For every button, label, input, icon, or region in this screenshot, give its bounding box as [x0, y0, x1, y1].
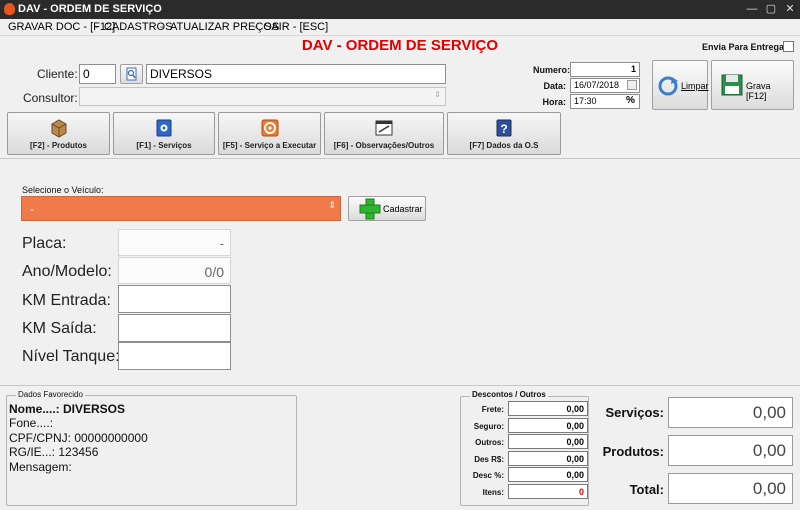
limpar-button[interactable]: Limpar: [652, 60, 709, 110]
seguro-input[interactable]: 0,00: [508, 418, 588, 433]
itens-label: Itens:: [482, 488, 504, 497]
numero-input[interactable]: 1: [570, 62, 640, 77]
outros-label: Outros:: [475, 438, 504, 447]
km-entrada-input[interactable]: [118, 285, 231, 313]
frete-label: Frete:: [481, 405, 504, 414]
spin-icon: ⇕: [434, 90, 441, 99]
tab-produtos[interactable]: [F2] - Produtos: [7, 112, 110, 155]
cliente-label: Cliente:: [37, 67, 78, 81]
frete-input[interactable]: 0,00: [508, 401, 588, 416]
envia-entrega-label: Envia Para Entrega: [702, 42, 785, 52]
favorecido-cpf: CPF/CPNJ: 00000000000: [9, 431, 148, 445]
menu-sair[interactable]: SAIR - [ESC]: [264, 21, 328, 33]
grand-total: 0,00: [668, 473, 793, 504]
gear-book-icon: [156, 119, 172, 137]
cliente-name-input[interactable]: DIVERSOS: [146, 64, 446, 84]
grava-button[interactable]: Grava [F12]: [711, 60, 794, 110]
hora-label: Hora:: [542, 97, 566, 107]
servicos-total-label: Serviços:: [605, 405, 664, 420]
nivel-tanque-label: Nível Tanque:: [22, 348, 120, 365]
nivel-tanque-input[interactable]: [118, 342, 231, 370]
divider: [0, 385, 800, 386]
desconto-percent-input[interactable]: 0,00: [508, 467, 588, 482]
placa-field: -: [118, 229, 231, 256]
favorecido-mensagem: Mensagem:: [9, 460, 72, 474]
envia-entrega-checkbox[interactable]: [783, 41, 794, 52]
app-icon: [4, 3, 15, 15]
tab-servico-executar[interactable]: [F5] - Serviço a Executar: [218, 112, 321, 155]
box-icon: [51, 119, 66, 138]
vehicle-label: Selecione o Veículo:: [22, 185, 104, 195]
km-saida-input[interactable]: [118, 314, 231, 342]
clock-toggle-icon[interactable]: %: [626, 96, 637, 107]
km-saida-label: KM Saída:: [22, 320, 97, 337]
search-doc-icon: [126, 67, 137, 81]
data-input[interactable]: 16/07/2018: [570, 78, 640, 93]
divider: [0, 158, 800, 159]
consultor-select[interactable]: ⇕: [79, 87, 446, 106]
menu-atualizar-precos[interactable]: ATUALIZAR PREÇOS: [170, 21, 279, 33]
cadastrar-button[interactable]: Cadastrar: [348, 196, 426, 221]
window-title: DAV - ORDEM DE SERVIÇO: [18, 3, 162, 15]
itens-count: 0: [508, 484, 588, 499]
cliente-code-input[interactable]: 0: [79, 64, 116, 84]
tab-observacoes[interactable]: [F6] - Observações/Outros: [324, 112, 444, 155]
gear-orange-icon: [261, 119, 278, 137]
close-button[interactable]: ✕: [783, 2, 797, 16]
numero-label: Numero:: [533, 65, 571, 75]
favorecido-nome: Nome....: DIVERSOS: [9, 402, 126, 416]
seguro-label: Seguro:: [473, 422, 504, 431]
km-entrada-label: KM Entrada:: [22, 292, 111, 309]
grand-total-label: Total:: [629, 482, 664, 497]
save-disk-icon: [721, 74, 743, 96]
ano-modelo-label: Ano/Modelo:: [22, 263, 112, 280]
favorecido-rg: RG/IE...: 123456: [9, 445, 99, 459]
vehicle-select[interactable]: - ⇕: [21, 196, 341, 221]
tab-dados-os[interactable]: ? [F7] Dados da O.S: [447, 112, 561, 155]
notepad-icon: [375, 120, 393, 136]
outros-input[interactable]: 0,00: [508, 434, 588, 449]
menu-bar: GRAVAR DOC - [F12] - CADASTROS - ATUALIZ…: [0, 19, 800, 36]
cliente-search-button[interactable]: [120, 64, 143, 84]
descontos-title: Descontos / Outros: [470, 390, 548, 399]
consultor-label: Consultor:: [23, 91, 78, 105]
title-bar: DAV - ORDEM DE SERVIÇO — ▢ ✕: [0, 0, 800, 19]
desconto-reais-label: Des R$:: [474, 455, 504, 464]
desconto-percent-label: Desc %:: [472, 471, 504, 480]
desconto-reais-input[interactable]: 0,00: [508, 451, 588, 466]
tab-servicos[interactable]: [F1] - Serviços: [113, 112, 215, 155]
favorecido-fone: Fone....:: [9, 416, 54, 430]
ano-modelo-field: 0/0: [118, 257, 231, 284]
favorecido-title: Dados Favorecido: [16, 390, 85, 399]
minimize-button[interactable]: —: [745, 2, 759, 16]
servicos-total: 0,00: [668, 397, 793, 428]
data-label: Data:: [543, 81, 566, 91]
produtos-total-label: Produtos:: [602, 444, 664, 459]
help-book-icon: ?: [496, 119, 512, 137]
refresh-icon: [658, 76, 678, 96]
plus-icon: [359, 198, 381, 220]
menu-gravar-doc[interactable]: GRAVAR DOC - [F12]: [8, 21, 115, 33]
maximize-button[interactable]: ▢: [764, 2, 778, 16]
page-title: DAV - ORDEM DE SERVIÇO: [301, 37, 499, 54]
hora-input[interactable]: 17:30 %: [570, 94, 640, 109]
svg-text:?: ?: [500, 122, 507, 136]
calendar-icon[interactable]: [627, 80, 637, 90]
spin-icon: ⇕: [328, 200, 336, 210]
placa-label: Placa:: [22, 235, 67, 252]
produtos-total: 0,00: [668, 435, 793, 466]
